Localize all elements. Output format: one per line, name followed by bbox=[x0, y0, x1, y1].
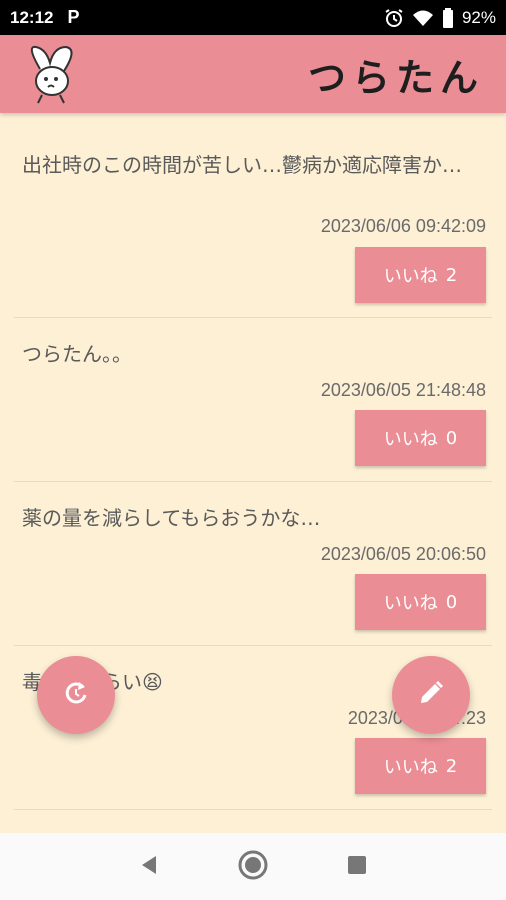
like-button[interactable]: いいね 0 bbox=[355, 574, 486, 630]
back-triangle-icon[interactable] bbox=[138, 854, 160, 880]
status-bar: 12:12 P 92% bbox=[0, 0, 506, 35]
post-date: 2023/06/05 21:48:48 bbox=[320, 380, 486, 400]
battery-percent: 92% bbox=[461, 7, 496, 27]
refresh-icon bbox=[61, 678, 91, 712]
like-button[interactable]: いいね 2 bbox=[355, 247, 486, 303]
refresh-button[interactable] bbox=[37, 656, 115, 734]
like-count: 0 bbox=[445, 427, 458, 449]
post-text: 出社時のこの時間が苦しい…鬱病か適応障害か… bbox=[22, 153, 462, 177]
post-item: 薬の量を減らしてもらおうかな… 2023/06/05 20:06:50 いいね … bbox=[14, 482, 492, 646]
status-time: 12:12 bbox=[10, 7, 54, 27]
wifi-icon bbox=[412, 9, 434, 27]
post-date: 2023/06/05 20:06:50 bbox=[320, 544, 486, 564]
like-label: いいね bbox=[383, 757, 438, 778]
like-label: いいね bbox=[383, 429, 438, 450]
post-text: 薬の量を減らしてもらおうかな… bbox=[22, 506, 321, 530]
like-label: いいね bbox=[383, 593, 438, 614]
battery-icon bbox=[442, 7, 454, 28]
system-nav-bar bbox=[0, 833, 506, 900]
post-item: 出社時のこの時間が苦しい…鬱病か適応障害か… 2023/06/06 09:42:… bbox=[14, 113, 492, 318]
parking-notification-icon: P bbox=[67, 7, 80, 27]
app-logo bbox=[20, 41, 84, 107]
like-label: いいね bbox=[383, 266, 438, 287]
like-button[interactable]: いいね 0 bbox=[355, 410, 486, 466]
post-item: つらたん。。 2023/06/05 21:48:48 いいね 0 bbox=[14, 318, 492, 482]
compose-button[interactable] bbox=[392, 656, 470, 734]
home-circle-icon[interactable] bbox=[237, 849, 269, 885]
post-text: つらたん。。 bbox=[22, 342, 132, 366]
app-bar: つらたん bbox=[0, 35, 506, 113]
like-button[interactable]: いいね 2 bbox=[355, 738, 486, 794]
recents-square-icon[interactable] bbox=[346, 854, 368, 880]
like-count: 2 bbox=[445, 755, 458, 777]
app-title: つらたん bbox=[307, 56, 484, 100]
like-count: 0 bbox=[445, 591, 458, 613]
pencil-icon bbox=[417, 679, 445, 711]
like-count: 2 bbox=[445, 264, 458, 286]
post-date: 2023/06/06 09:42:09 bbox=[320, 216, 486, 236]
alarm-icon bbox=[384, 8, 404, 28]
